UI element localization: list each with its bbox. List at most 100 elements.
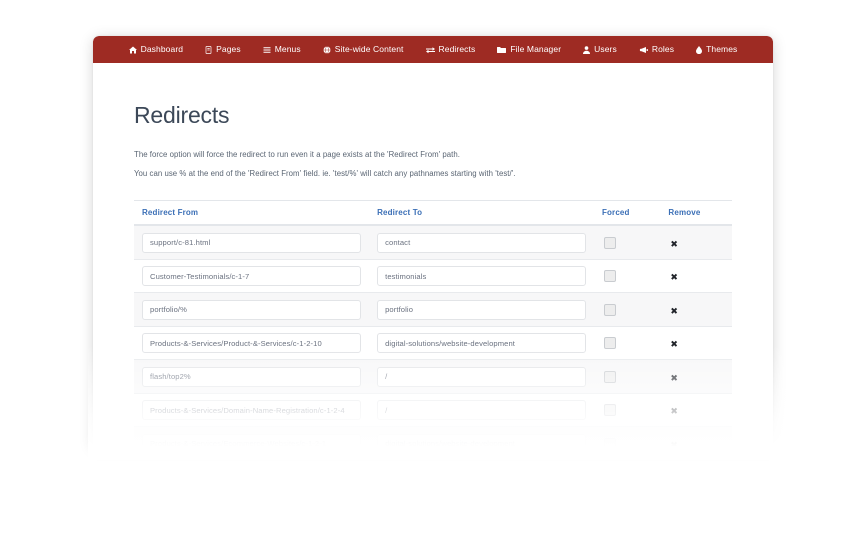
cell-redirect-to (369, 426, 594, 446)
column-header-remove: Remove (660, 200, 732, 227)
cell-redirect-to (369, 359, 594, 394)
redirect-from-input[interactable] (142, 333, 362, 354)
redirect-from-input[interactable] (142, 400, 362, 421)
table-row: ✖ (134, 292, 732, 327)
cell-redirect-from (134, 359, 370, 394)
remove-row-button[interactable]: ✖ (670, 307, 678, 317)
table-body: ✖✖✖✖✖✖✖✖✖ (134, 225, 732, 446)
cell-redirect-from (134, 426, 370, 446)
cell-redirect-to (369, 259, 594, 294)
table-head: Redirect From Redirect To Forced Remove (134, 200, 732, 227)
table-row: ✖ (134, 393, 732, 428)
cell-remove: ✖ (660, 326, 732, 361)
cell-redirect-from (134, 326, 370, 361)
forced-checkbox[interactable] (603, 270, 616, 282)
cell-remove: ✖ (660, 359, 732, 394)
redirect-to-input[interactable] (377, 433, 586, 446)
folder-icon (497, 46, 507, 54)
nav-item-label: Themes (706, 44, 738, 55)
cell-redirect-to (369, 292, 594, 327)
nav-item-menus[interactable]: Menus (252, 40, 312, 59)
cell-redirect-to (369, 326, 594, 361)
nav-item-users[interactable]: Users (572, 40, 628, 59)
redirect-from-input[interactable] (142, 433, 362, 446)
cell-remove: ✖ (660, 225, 732, 260)
nav-item-redirects[interactable]: Redirects (415, 40, 487, 59)
page-body: Redirects The force option will force th… (93, 63, 773, 446)
forced-checkbox[interactable] (603, 404, 616, 416)
cell-remove: ✖ (660, 393, 732, 428)
nav-item-file-manager[interactable]: File Manager (486, 40, 572, 59)
redirect-from-input[interactable] (142, 232, 362, 253)
app-window: Dashboard Pages Menus Site-wide Content (93, 36, 773, 446)
cell-forced (593, 359, 661, 394)
nav-item-pages[interactable]: Pages (194, 40, 252, 59)
cell-redirect-from (134, 259, 370, 294)
cell-redirect-from (134, 393, 370, 428)
table-row: ✖ (134, 225, 732, 260)
nav-item-roles[interactable]: Roles (628, 40, 685, 59)
nav-item-label: Site-wide Content (334, 44, 404, 55)
globe-icon (323, 45, 331, 54)
cell-redirect-from (134, 225, 370, 260)
redirects-table: Redirect From Redirect To Forced Remove … (134, 200, 732, 446)
redirect-to-input[interactable] (377, 333, 586, 354)
nav-item-themes[interactable]: Themes (685, 40, 748, 59)
remove-row-button[interactable]: ✖ (670, 240, 678, 250)
cell-forced (593, 259, 661, 294)
redirect-from-input[interactable] (142, 366, 362, 387)
cell-forced (593, 292, 661, 327)
cell-redirect-from (134, 292, 370, 327)
column-header-redirect-from: Redirect From (134, 200, 370, 227)
forced-checkbox[interactable] (603, 303, 616, 316)
nav-item-label: Menus (274, 44, 301, 55)
user-icon (583, 45, 591, 54)
file-icon (205, 45, 212, 54)
redirect-from-input[interactable] (142, 266, 362, 287)
remove-row-button[interactable]: ✖ (670, 408, 678, 417)
cell-remove: ✖ (660, 259, 732, 294)
bullhorn-icon (639, 46, 648, 54)
remove-row-button[interactable]: ✖ (670, 274, 678, 283)
table-row: ✖ (134, 326, 732, 361)
table-row: ✖ (134, 359, 732, 394)
table-row: ✖ (134, 426, 732, 446)
forced-checkbox[interactable] (603, 337, 616, 349)
nav-item-label: File Manager (510, 44, 562, 55)
cell-redirect-to (369, 225, 594, 260)
description-line-1: The force option will force the redirect… (134, 150, 460, 159)
nav-item-dashboard[interactable]: Dashboard (118, 40, 194, 59)
cell-remove: ✖ (660, 292, 732, 327)
column-header-redirect-to: Redirect To (369, 200, 594, 227)
table-header-row: Redirect From Redirect To Forced Remove (134, 200, 732, 227)
cell-forced (593, 225, 661, 260)
column-header-forced: Forced (593, 200, 661, 227)
page-title: Redirects (134, 102, 230, 128)
redirect-to-input[interactable] (377, 366, 586, 387)
main-navbar: Dashboard Pages Menus Site-wide Content (93, 36, 773, 63)
bars-icon (263, 46, 271, 54)
redirect-to-input[interactable] (377, 232, 586, 253)
exchange-icon (425, 46, 435, 54)
nav-item-label: Pages (216, 44, 241, 55)
forced-checkbox[interactable] (603, 236, 616, 249)
tint-icon (696, 45, 703, 54)
cell-forced (593, 393, 661, 428)
nav-item-site-wide-content[interactable]: Site-wide Content (312, 40, 415, 59)
remove-row-button[interactable]: ✖ (670, 341, 678, 350)
nav-item-label: Roles (651, 44, 675, 55)
table-row: ✖ (134, 259, 732, 294)
forced-checkbox[interactable] (603, 437, 616, 446)
remove-row-button[interactable]: ✖ (670, 374, 678, 384)
redirect-to-input[interactable] (377, 400, 586, 421)
redirect-from-input[interactable] (142, 299, 362, 320)
forced-checkbox[interactable] (603, 370, 616, 383)
nav-item-label: Redirects (438, 44, 476, 55)
redirect-to-input[interactable] (377, 266, 586, 287)
cell-forced (593, 326, 661, 361)
cell-redirect-to (369, 393, 594, 428)
home-icon (128, 46, 137, 54)
cell-remove: ✖ (660, 426, 732, 446)
remove-row-button[interactable]: ✖ (670, 441, 678, 446)
redirect-to-input[interactable] (377, 299, 586, 320)
